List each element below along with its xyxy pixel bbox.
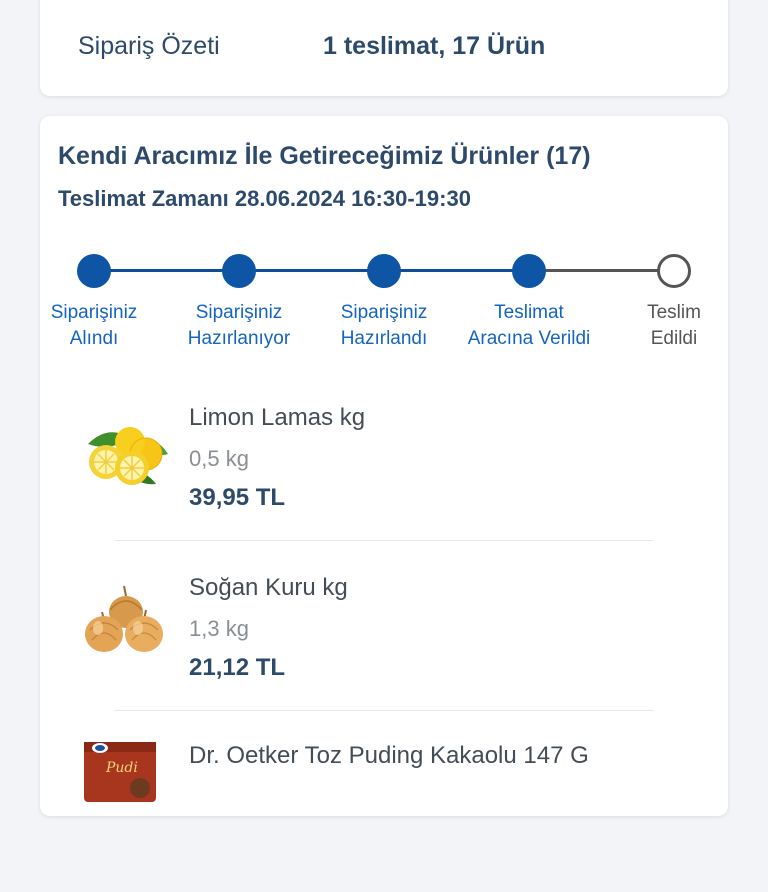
step-dot-preparing (222, 254, 256, 288)
step-label-line: Hazırlandı (340, 328, 428, 349)
step-label-line: Alındı (69, 328, 119, 349)
order-summary-card[interactable]: Sipariş Özeti 1 teslimat, 17 Ürün (40, 0, 728, 96)
step-label-line: Siparişiniz (50, 302, 138, 323)
step-label-line: Teslim (647, 302, 701, 323)
product-name: Limon Lamas kg (189, 404, 366, 431)
product-name: Soğan Kuru kg (189, 574, 348, 601)
product-item[interactable]: Limon Lamas kg 0,5 kg 39,95 TL (40, 404, 728, 554)
step-label-line: Hazırlanıyor (187, 328, 291, 349)
step-dot-prepared (367, 254, 401, 288)
step-label-line: Edildi (650, 328, 698, 349)
progress-line-1 (94, 269, 239, 272)
delivery-group-title: Kendi Aracımız İle Getireceğimiz Ürünler… (58, 142, 591, 170)
onion-icon (80, 582, 170, 658)
progress-line-3 (384, 269, 529, 272)
step-label-on-vehicle: Teslimat Aracına Verildi (449, 300, 609, 352)
product-item[interactable]: Pudi Dr. Oetker Toz Puding Kakaolu 147 G (40, 742, 728, 892)
step-dot-received (77, 254, 111, 288)
step-dot-delivered (657, 254, 691, 288)
step-label-line: Teslimat (494, 302, 564, 323)
step-label-line: Siparişiniz (340, 302, 428, 323)
product-item[interactable]: Soğan Kuru kg 1,3 kg 21,12 TL (40, 574, 728, 724)
progress-line-2 (239, 269, 384, 272)
step-label-prepared: Siparişiniz Hazırlandı (304, 300, 464, 352)
product-price: 39,95 TL (189, 484, 286, 511)
product-quantity: 1,3 kg (189, 616, 249, 641)
progress-line-4 (529, 269, 674, 272)
svg-text:Pudi: Pudi (105, 760, 138, 776)
order-summary-value: 1 teslimat, 17 Ürün (323, 32, 546, 60)
divider (115, 540, 653, 541)
step-label-preparing: Siparişiniz Hazırlanıyor (159, 300, 319, 352)
delivery-time: Teslimat Zamanı 28.06.2024 16:30-19:30 (58, 186, 471, 211)
pudding-package-icon: Pudi (84, 742, 156, 802)
product-name: Dr. Oetker Toz Puding Kakaolu 147 G (189, 742, 589, 769)
lemon-icon (80, 414, 170, 490)
product-price: 21,12 TL (189, 654, 286, 681)
step-label-line: Siparişiniz (195, 302, 283, 323)
order-summary-label: Sipariş Özeti (78, 32, 220, 60)
divider (115, 710, 653, 711)
delivery-group-card: Kendi Aracımız İle Getireceğimiz Ürünler… (40, 116, 728, 816)
step-label-delivered: Teslim Edildi (594, 300, 754, 352)
step-dot-on-vehicle (512, 254, 546, 288)
step-label-line: Aracına Verildi (467, 328, 591, 349)
product-quantity: 0,5 kg (189, 446, 249, 471)
step-label-received: Siparişiniz Alındı (14, 300, 174, 352)
